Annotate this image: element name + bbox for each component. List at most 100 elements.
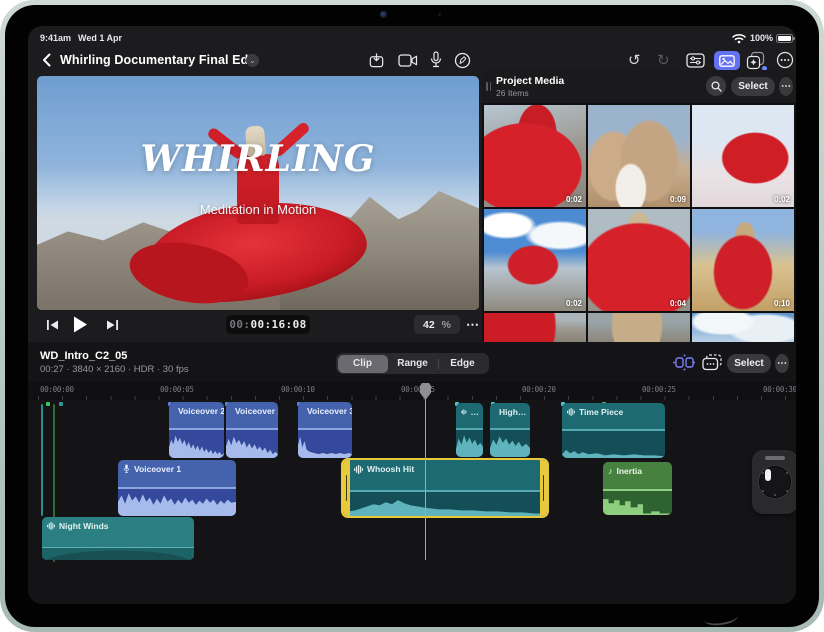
- timeline-clip-meta: 00:27 · 3840 × 2160 · HDR · 30 fps: [40, 364, 189, 375]
- media-thumbnail[interactable]: [484, 313, 586, 342]
- thumbnail-duration: 0:09: [669, 195, 686, 204]
- mode-clip[interactable]: Clip: [337, 354, 388, 373]
- mic-icon: [123, 464, 130, 473]
- ruler-ticks: [38, 396, 794, 400]
- media-select-button[interactable]: Select: [731, 76, 775, 96]
- video-title-overlay: WHIRLING: [140, 138, 376, 180]
- clip-name: Voiceover 2: [235, 406, 278, 416]
- pencil-icon[interactable]: [454, 52, 471, 69]
- ruler-label: 00:00:20: [522, 385, 556, 394]
- timeline-more-button[interactable]: ⋯: [775, 354, 789, 373]
- thumbnail-duration: 0:04: [669, 299, 686, 308]
- back-icon[interactable]: [41, 52, 52, 68]
- video-viewer[interactable]: WHIRLING Meditation in Motion: [37, 76, 479, 310]
- timeline-clip-time-piece[interactable]: Time Piece: [562, 403, 665, 458]
- undo-icon[interactable]: ↺: [628, 51, 641, 69]
- clip-name: Voiceover 1: [134, 464, 182, 474]
- mode-edge[interactable]: Edge: [437, 355, 488, 373]
- camera-icon[interactable]: [398, 53, 418, 68]
- search-icon: [710, 80, 722, 92]
- timeline-panel: WD_Intro_C2_05 00:27 · 3840 × 2160 · HDR…: [28, 342, 796, 604]
- clip-overlap-icon[interactable]: [702, 354, 722, 371]
- jog-wheel[interactable]: [752, 450, 796, 514]
- next-frame-icon[interactable]: [106, 318, 119, 332]
- play-icon[interactable]: [72, 315, 88, 334]
- import-icon[interactable]: [368, 52, 385, 69]
- status-time: 9:41am: [40, 33, 72, 43]
- more-options-icon[interactable]: [776, 51, 794, 69]
- timeline-clip-sfx-short[interactable]: …: [456, 403, 483, 457]
- media-thumbnail[interactable]: [692, 313, 794, 342]
- audio-wave-icon: [567, 408, 575, 416]
- ruler-label: 00:00:05: [160, 385, 194, 394]
- media-panel-title: Project Media: [496, 75, 565, 87]
- photo-icon: [719, 54, 735, 67]
- thumbnail-duration: 0:02: [773, 195, 790, 204]
- thumbnail-duration: 0:02: [565, 299, 582, 308]
- jog-handle[interactable]: [765, 456, 785, 460]
- timeline-clip-high[interactable]: High…: [490, 403, 530, 457]
- timeline-select-button[interactable]: Select: [727, 354, 771, 373]
- timeline-clip-night-winds[interactable]: Night Winds: [42, 517, 194, 560]
- clip-name: Night Winds: [59, 521, 109, 531]
- media-thumbnail[interactable]: 0:10: [692, 209, 794, 311]
- media-thumbnail[interactable]: 0:02: [484, 209, 586, 311]
- timeline-clip-voiceover1[interactable]: Voiceover 1: [118, 460, 236, 516]
- media-thumbnail[interactable]: 0:02: [692, 105, 794, 207]
- clip-wave-area: [42, 547, 194, 560]
- thumbnail-duration: 0:10: [773, 299, 790, 308]
- timecode-current: 00:16:08: [250, 318, 307, 331]
- trim-handle-left[interactable]: [343, 460, 350, 516]
- project-title-chevron-icon[interactable]: ⌄: [246, 54, 259, 67]
- timeline-clip-title: WD_Intro_C2_05: [40, 350, 128, 362]
- clip-name: Time Piece: [579, 407, 624, 417]
- lane-edge-line: [41, 404, 43, 516]
- wifi-icon: [732, 34, 746, 44]
- microphone-icon[interactable]: [429, 51, 443, 69]
- clip-settings-icon[interactable]: [686, 53, 705, 68]
- clip-name: …: [470, 407, 480, 417]
- redo-icon[interactable]: ↻: [657, 51, 670, 69]
- ruler-label: 00:00:10: [281, 385, 315, 394]
- mode-range[interactable]: Range: [388, 355, 438, 373]
- battery-percent: 100%: [750, 33, 774, 43]
- clip-name: Voiceover 2: [178, 406, 224, 416]
- trim-handle-right[interactable]: [540, 460, 547, 516]
- sensor-dot: [438, 13, 441, 16]
- ipad-device: 9:41am Wed 1 Apr 100% Whirling Documenta…: [0, 0, 824, 632]
- media-browser-button[interactable]: [714, 51, 740, 70]
- clip-name: Whoosh Hit: [367, 464, 415, 474]
- video-subtitle-overlay: Meditation in Motion: [199, 202, 317, 217]
- media-panel-count: 26 Items: [496, 88, 529, 98]
- viewer-zoom-control[interactable]: 42%: [414, 315, 460, 334]
- audio-wave-icon: [461, 409, 467, 415]
- previous-frame-icon[interactable]: [46, 318, 59, 332]
- media-thumbnail[interactable]: [588, 313, 690, 342]
- marker-dot: [59, 402, 63, 406]
- media-more-button[interactable]: ⋯: [779, 76, 793, 96]
- timeline-clip-voiceover2a[interactable]: Voiceover 2: [169, 402, 224, 458]
- thumbnail-duration: 0:02: [565, 195, 582, 204]
- timeline-clip-whoosh-hit-selected[interactable]: Whoosh Hit: [343, 460, 547, 516]
- timeline-clip-voiceover2b[interactable]: Voiceover 2: [226, 402, 278, 458]
- media-thumbnail[interactable]: 0:04: [588, 209, 690, 311]
- media-thumbnail[interactable]: 0:09: [588, 105, 690, 207]
- ruler-label: 00:00:30: [763, 385, 796, 394]
- marker-dot: [46, 402, 50, 406]
- playhead-line[interactable]: [424, 398, 426, 560]
- media-search-button[interactable]: [706, 76, 726, 96]
- panel-resize-grabber[interactable]: [486, 82, 491, 91]
- clip-name: High…: [499, 407, 527, 417]
- battery-icon: [776, 33, 795, 43]
- timecode-display[interactable]: 00: 00:16:08: [226, 315, 310, 334]
- zoom-unit: %: [441, 318, 452, 331]
- viewer-more-icon[interactable]: ⋯: [466, 317, 480, 333]
- timeline-clip-inertia[interactable]: ♪ Inertia: [603, 462, 672, 515]
- front-camera: [380, 11, 387, 18]
- effects-button[interactable]: [746, 51, 767, 71]
- timecode-hours: 00:: [229, 318, 251, 331]
- project-title[interactable]: Whirling Documentary Final Edit: [60, 53, 256, 67]
- media-thumbnail[interactable]: 0:02: [484, 105, 586, 207]
- timeline-clip-voiceover3[interactable]: Voiceover 3: [298, 402, 352, 458]
- magnetic-timeline-icon[interactable]: [673, 354, 695, 371]
